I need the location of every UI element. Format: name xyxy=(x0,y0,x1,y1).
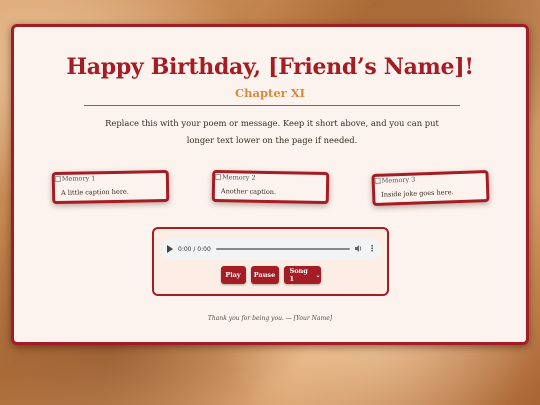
memory-image-alt: Memory 1 xyxy=(61,174,96,183)
volume-icon[interactable] xyxy=(355,244,363,254)
broken-image-icon xyxy=(374,177,381,184)
player-controls: Play Pause Song 1 ⌄ xyxy=(154,266,387,284)
memory-image-1: Memory 1 xyxy=(54,174,96,183)
birthday-card: Happy Birthday, [Friend’s Name]! Chapter… xyxy=(11,24,529,345)
message-text: Replace this with your poem or message. … xyxy=(105,118,439,145)
chevron-down-icon: ⌄ xyxy=(315,271,321,279)
pause-button[interactable]: Pause xyxy=(250,266,279,284)
more-options-icon[interactable]: ⋮ xyxy=(368,245,376,253)
memory-caption: Inside joke goes here. xyxy=(381,188,454,199)
page-title: Happy Birthday, [Friend’s Name]! xyxy=(66,54,474,80)
play-icon[interactable] xyxy=(167,245,173,253)
memory-image-alt: Memory 2 xyxy=(222,173,256,182)
memory-image-3: Memory 3 xyxy=(374,175,416,185)
memory-image-2: Memory 2 xyxy=(215,173,256,182)
memory-image-alt: Memory 3 xyxy=(381,175,416,185)
memory-card-3: Memory 3 Inside joke goes here. xyxy=(371,169,490,207)
music-player: 0:00 / 0:00 ⋮ Play Pause Song 1 ⌄ xyxy=(152,227,389,296)
play-button[interactable]: Play xyxy=(220,266,246,284)
song-select[interactable]: Song 1 ⌄ xyxy=(283,266,321,284)
memory-caption: Another caption. xyxy=(220,187,277,197)
song-select-value: Song 1 xyxy=(289,267,308,283)
memory-card-1: Memory 1 A little caption here. xyxy=(51,169,170,205)
memory-caption: A little caption here. xyxy=(61,187,129,197)
audio-player[interactable]: 0:00 / 0:00 ⋮ xyxy=(161,238,382,260)
title-divider xyxy=(84,105,460,106)
page-subtitle: Chapter XI xyxy=(235,86,305,100)
broken-image-icon xyxy=(215,174,222,181)
footer-text: Thank you for being you. — [Your Name] xyxy=(207,315,333,322)
broken-image-icon xyxy=(54,175,61,182)
audio-progress-bar[interactable] xyxy=(215,248,350,250)
audio-time: 0:00 / 0:00 xyxy=(178,245,211,253)
memory-card-2: Memory 2 Another caption. xyxy=(211,169,330,205)
